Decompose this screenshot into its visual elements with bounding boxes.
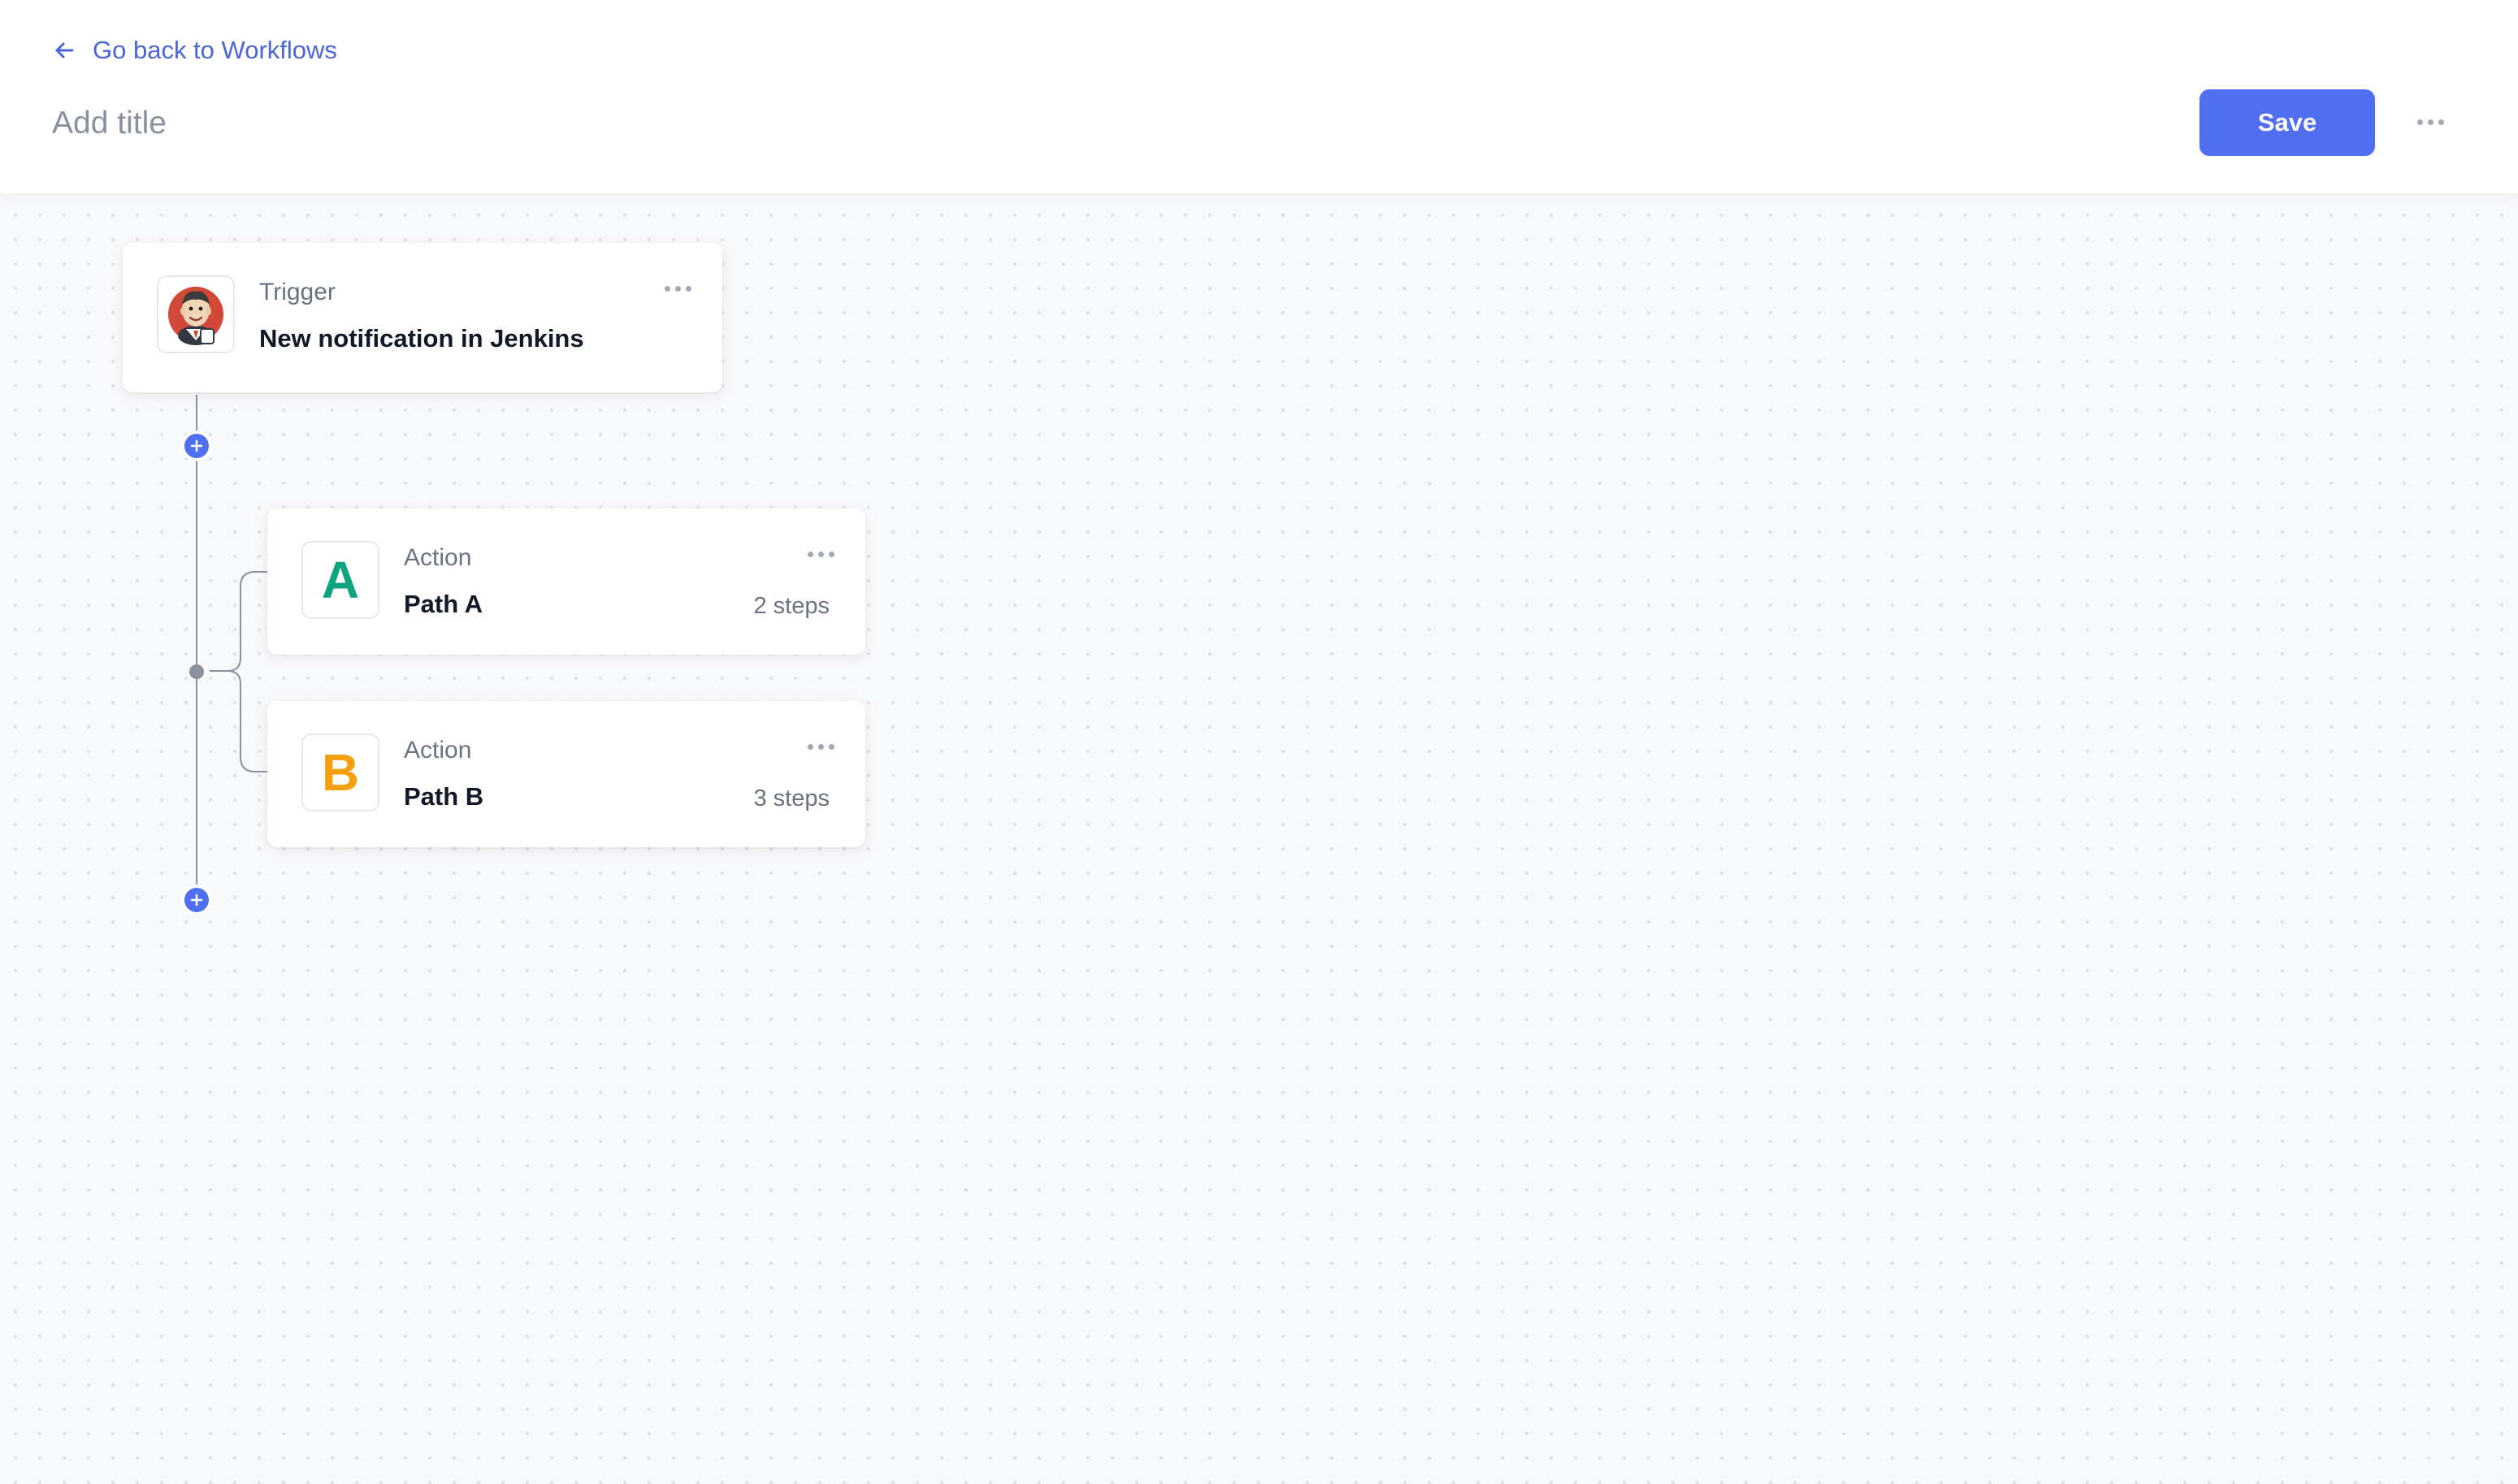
path-b-name: Path B: [404, 782, 484, 811]
plus-icon: [190, 893, 203, 906]
path-a-card[interactable]: A Action Path A 2 steps: [267, 508, 865, 655]
path-b-card[interactable]: B Action Path B 3 steps: [267, 701, 865, 847]
path-b-letter: B: [321, 743, 360, 802]
workflow-canvas: Trigger New notification in Jenkins A Ac…: [0, 0, 2518, 1484]
more-dot-icon: [2438, 119, 2444, 125]
branch-split-node: [189, 664, 204, 679]
path-a-more-button[interactable]: [800, 539, 841, 569]
more-dot-icon: [664, 285, 670, 292]
more-dot-icon: [828, 743, 834, 750]
path-b-kind-label: Action: [404, 737, 472, 764]
more-dot-icon: [828, 551, 834, 557]
add-step-button[interactable]: [184, 434, 209, 458]
header-more-button[interactable]: [2410, 104, 2451, 140]
trigger-name: New notification in Jenkins: [259, 324, 584, 353]
more-dot-icon: [807, 551, 813, 557]
back-link-label: Go back to Workflows: [93, 36, 337, 64]
path-a-kind-label: Action: [404, 544, 472, 571]
trigger-more-button[interactable]: [657, 274, 698, 303]
more-dot-icon: [685, 285, 691, 292]
plus-icon: [190, 439, 203, 452]
workflow-header: Go back to Workflows Save: [0, 0, 2518, 193]
path-a-name: Path A: [404, 590, 483, 618]
more-dot-icon: [817, 551, 824, 557]
more-dot-icon: [674, 285, 681, 292]
more-dot-icon: [2416, 119, 2423, 125]
trigger-card[interactable]: Trigger New notification in Jenkins: [123, 243, 722, 392]
path-b-steps-count: 3 steps: [753, 785, 830, 811]
path-b-more-button[interactable]: [800, 732, 841, 761]
path-a-steps-count: 2 steps: [753, 593, 830, 619]
path-a-letter-icon: A: [301, 541, 379, 619]
add-step-end-button[interactable]: [184, 888, 209, 912]
more-dot-icon: [807, 743, 813, 750]
back-to-workflows-link[interactable]: Go back to Workflows: [52, 31, 337, 70]
more-dot-icon: [2427, 119, 2433, 125]
workflow-title-input[interactable]: [52, 99, 783, 148]
path-b-letter-icon: B: [301, 733, 379, 811]
jenkins-logo-icon: [157, 275, 235, 353]
trigger-kind-label: Trigger: [259, 279, 336, 305]
more-dot-icon: [817, 743, 824, 750]
save-button[interactable]: Save: [2199, 89, 2375, 156]
path-a-letter: A: [321, 551, 360, 609]
arrow-left-icon: [55, 42, 74, 58]
